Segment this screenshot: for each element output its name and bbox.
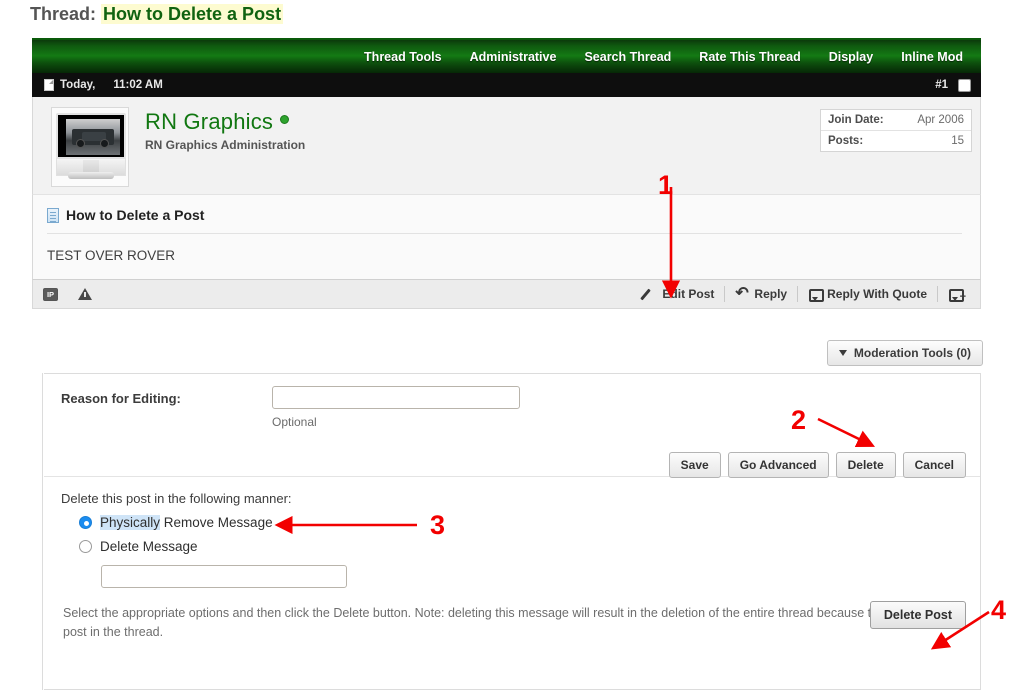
post-document-icon [44,79,54,91]
delete-post-row: Delete Post [870,601,966,629]
annotation-number-4: 4 [991,597,1006,624]
reply-action[interactable]: Reply [725,287,797,301]
delete-message-label: Delete Message [100,539,198,554]
reason-for-editing-input[interactable] [272,386,520,409]
reply-arrow-icon [735,287,749,301]
annotation-number-3: 3 [430,512,445,539]
panel-left-strip [33,373,43,690]
multi-quote-plus-icon: + [948,287,962,301]
edit-delete-panel: Reason for Editing: Optional Save Go Adv… [33,373,981,690]
avatar-imac-base [68,172,114,179]
username-text: RN Graphics [145,109,273,134]
thread-label: Thread: [30,4,96,24]
ip-icon[interactable]: IP [43,288,58,301]
reply-with-quote-label: Reply With Quote [827,287,927,301]
save-button[interactable]: Save [669,452,721,478]
delete-options-heading: Delete this post in the following manner… [61,491,980,506]
nav-rate-this-thread[interactable]: Rate This Thread [685,50,814,64]
post-icon [47,208,59,223]
post-time: 11:02 AM [113,79,162,91]
delete-reason-input[interactable] [101,565,347,588]
stat-value: 15 [951,135,964,147]
reply-with-quote-action[interactable]: Reply With Quote [798,287,937,301]
online-status-icon [280,115,289,124]
post-number[interactable]: #1 [935,79,948,91]
screenshot-root: Thread: How to Delete a Post Thread Tool… [0,0,1013,700]
thread-name: How to Delete a Post [101,4,283,24]
delete-message-radio[interactable]: Delete Message [79,539,980,554]
edit-form-buttons: Save Go Advanced Delete Cancel [669,452,966,478]
radio-indicator-selected[interactable] [79,516,92,529]
nav-thread-tools[interactable]: Thread Tools [350,50,456,64]
page-title: Thread: How to Delete a Post [30,4,283,25]
user-title: RN Graphics Administration [145,138,305,152]
post-container: Thread Tools Administrative Search Threa… [32,38,981,309]
avatar-imac-screen [56,113,126,159]
selected-text-fragment: Physically [100,515,160,530]
edit-post-action[interactable]: Edit Post [633,287,724,301]
nav-administrative[interactable]: Administrative [456,50,571,64]
stat-row-join-date: Join Date: Apr 2006 [821,110,971,130]
chevron-down-icon [839,350,847,356]
post-body: How to Delete a Post TEST OVER ROVER [32,194,981,279]
label-rest: Remove Message [160,515,273,530]
avatar[interactable] [51,107,129,187]
pencil-icon [643,287,657,301]
annotation-number-2: 2 [791,407,806,434]
land-rover-body [72,129,114,145]
reason-for-editing-row: Reason for Editing: Optional Save Go Adv… [44,374,980,477]
land-rover-wheel-front [76,139,85,148]
report-warning-icon[interactable] [78,288,92,300]
post-footer-toolbar: IP Edit Post Reply Reply With Quote + [32,279,981,309]
username[interactable]: RN Graphics [145,109,289,135]
reason-for-editing-label: Reason for Editing: [61,391,181,406]
post-user-row: RN Graphics RN Graphics Administration J… [32,97,981,194]
nav-display[interactable]: Display [815,50,887,64]
stat-key: Join Date: [828,114,884,126]
post-date: Today, [60,79,95,91]
physically-remove-message-label: Physically Remove Message [100,515,273,530]
user-stats-box: Join Date: Apr 2006 Posts: 15 [820,109,972,152]
optional-hint: Optional [272,415,317,429]
nav-search-thread[interactable]: Search Thread [570,50,685,64]
reply-label: Reply [754,287,787,301]
annotation-number-1: 1 [658,172,673,199]
cancel-button[interactable]: Cancel [903,452,966,478]
moderation-tools-label: Moderation Tools (0) [854,346,971,360]
post-message-text: TEST OVER ROVER [47,234,962,263]
quote-bubble-icon [808,287,822,301]
nav-inline-mod[interactable]: Inline Mod [887,50,977,64]
panel-main: Reason for Editing: Optional Save Go Adv… [44,373,981,690]
land-rover-wheel-rear [100,139,109,148]
multi-quote-action[interactable]: + [938,287,972,301]
delete-note-text: Select the appropriate options and then … [63,604,966,643]
edit-post-label: Edit Post [662,287,714,301]
post-select-checkbox[interactable] [958,79,971,92]
go-advanced-button[interactable]: Go Advanced [728,452,829,478]
thread-toolbar: Thread Tools Administrative Search Threa… [32,38,981,73]
post-subject: How to Delete a Post [47,207,962,234]
delete-button[interactable]: Delete [836,452,896,478]
stat-key: Posts: [828,135,863,147]
stat-value: Apr 2006 [917,114,964,126]
physically-remove-message-radio[interactable]: Physically Remove Message [79,515,980,530]
post-subject-text: How to Delete a Post [66,207,204,223]
avatar-photo [66,119,120,155]
radio-indicator[interactable] [79,540,92,553]
stat-row-posts: Posts: 15 [821,130,971,151]
delete-post-button[interactable]: Delete Post [870,601,966,629]
post-meta-bar: Today, 11:02 AM #1 [32,73,981,97]
moderation-tools-button[interactable]: Moderation Tools (0) [827,340,983,366]
delete-options-row: Delete this post in the following manner… [44,477,980,643]
